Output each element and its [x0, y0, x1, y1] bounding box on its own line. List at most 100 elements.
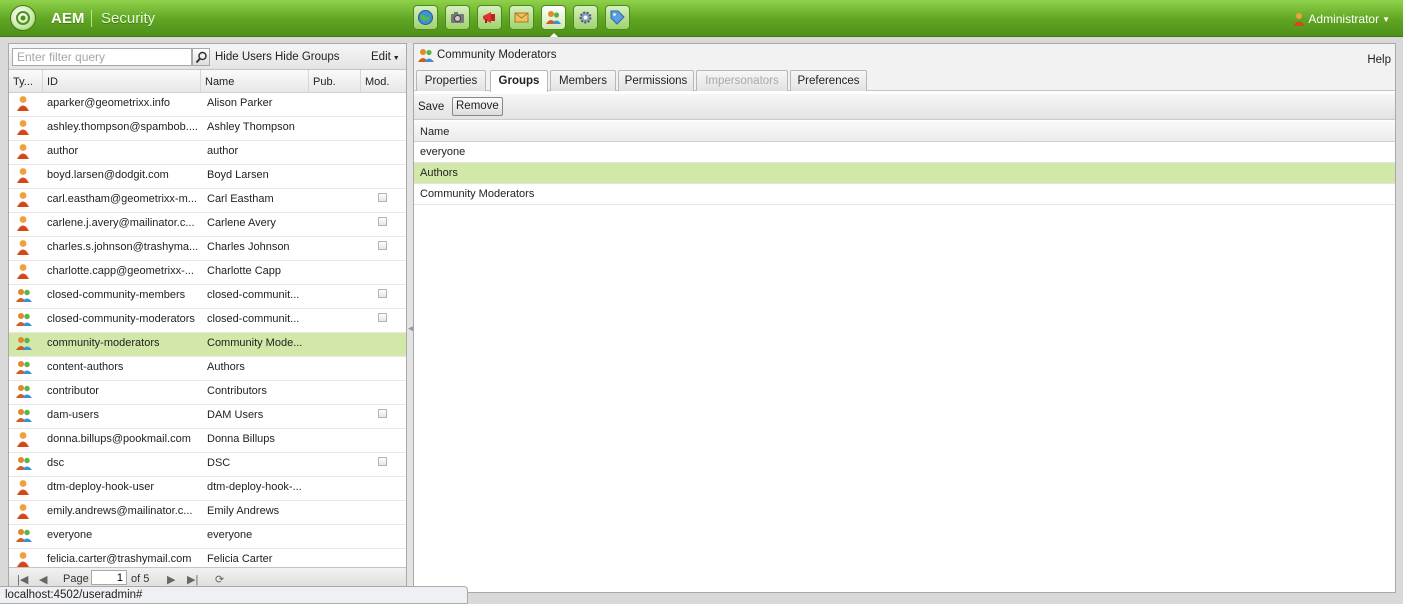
group-icon — [16, 455, 32, 474]
group-icon — [16, 383, 32, 402]
tab-permissions[interactable]: Permissions — [618, 70, 694, 91]
hide-groups-button[interactable]: Hide Groups — [275, 51, 340, 63]
table-row[interactable]: charlotte.capp@geometrixx-... Charlotte C… — [9, 261, 406, 285]
table-row[interactable]: author author — [9, 141, 406, 165]
save-button[interactable]: Save — [418, 101, 444, 113]
column-mod[interactable]: Mod. — [361, 70, 406, 93]
next-page-icon[interactable]: ▶ — [167, 573, 175, 586]
row-id: carl.eastham@geometrixx-m... — [47, 193, 197, 205]
users-groups-panel: Hide Users Hide Groups Edit ▼ Ty... ID N… — [8, 43, 407, 588]
refresh-icon[interactable]: ⟳ — [215, 573, 224, 586]
row-id: dtm-deploy-hook-user — [47, 481, 154, 493]
websites-icon[interactable] — [413, 5, 438, 30]
top-bar: AEM Security Administrator ▼ — [0, 0, 1403, 37]
column-id[interactable]: ID — [43, 70, 201, 93]
tab-impersonators: Impersonators — [696, 70, 788, 91]
table-row[interactable]: donna.billups@pookmail.com Donna Billups — [9, 429, 406, 453]
table-row[interactable]: ashley.thompson@spambob.... Ashley Thomps… — [9, 117, 406, 141]
users-icon[interactable] — [541, 5, 566, 37]
digital-assets-icon[interactable] — [445, 5, 470, 30]
table-row[interactable]: charles.s.johnson@trashyma... Charles Joh… — [9, 237, 406, 261]
chevron-down-icon: ▼ — [1382, 14, 1390, 24]
user-menu[interactable]: Administrator ▼ — [1293, 12, 1390, 26]
tools-icon[interactable] — [573, 5, 598, 30]
hide-users-button[interactable]: Hide Users — [215, 51, 272, 63]
row-id: ashley.thompson@spambob.... — [47, 121, 198, 133]
table-row[interactable]: contributor Contributors — [9, 381, 406, 405]
list-item[interactable]: Authors — [414, 163, 1395, 184]
modified-checkbox[interactable] — [378, 409, 387, 418]
detail-header: Community Moderators Help — [414, 44, 1395, 71]
row-id: boyd.larsen@dodgit.com — [47, 169, 169, 181]
edit-menu-button[interactable]: Edit ▼ — [371, 51, 400, 63]
help-link[interactable]: Help — [1367, 54, 1391, 66]
user-icon — [16, 143, 30, 162]
column-name[interactable]: Name — [201, 70, 309, 93]
tab-groups[interactable]: Groups — [490, 70, 548, 92]
table-row[interactable]: carlene.j.avery@mailinator.c... Carlene A… — [9, 213, 406, 237]
list-item[interactable]: everyone — [414, 142, 1395, 163]
table-row[interactable]: closed-community-members closed-communit.… — [9, 285, 406, 309]
tab-properties[interactable]: Properties — [416, 70, 486, 91]
modified-checkbox[interactable] — [378, 313, 387, 322]
detail-tabs: Properties Groups Members Permissions Impers… — [414, 69, 1395, 92]
column-pub[interactable]: Pub. — [309, 70, 361, 93]
user-icon — [16, 503, 30, 522]
list-item[interactable]: Community Moderators — [414, 184, 1395, 205]
modified-checkbox[interactable] — [378, 241, 387, 250]
row-name: closed-communit... — [207, 289, 300, 301]
table-row[interactable]: emily.andrews@mailinator.c... Emily Andre… — [9, 501, 406, 525]
column-type[interactable]: Ty... — [9, 70, 43, 93]
modified-checkbox[interactable] — [378, 193, 387, 202]
tab-preferences[interactable]: Preferences — [790, 70, 867, 91]
table-row[interactable]: everyone everyone — [9, 525, 406, 549]
group-icon — [16, 359, 32, 378]
row-name: Carlene Avery — [207, 217, 276, 229]
row-id: dam-users — [47, 409, 99, 421]
table-row[interactable]: content-authors Authors — [9, 357, 406, 381]
row-id: aparker@geometrixx.info — [47, 97, 171, 109]
last-page-icon[interactable]: ▶| — [187, 573, 198, 586]
campaigns-icon[interactable] — [477, 5, 502, 30]
column-group-name[interactable]: Name — [420, 126, 449, 138]
first-page-icon[interactable]: |◀ — [17, 573, 28, 586]
user-icon — [16, 479, 30, 498]
tab-members[interactable]: Members — [550, 70, 616, 91]
pager: |◀ ◀ Page of 5 ▶ ▶| ⟳ — [9, 567, 406, 587]
modified-checkbox[interactable] — [378, 217, 387, 226]
table-row[interactable]: dtm-deploy-hook-user dtm-deploy-hook-... — [9, 477, 406, 501]
table-row[interactable]: dsc DSC — [9, 453, 406, 477]
page-number-input[interactable] — [91, 570, 127, 585]
table-row[interactable]: carl.eastham@geometrixx-m... Carl Eastham — [9, 189, 406, 213]
user-icon — [16, 95, 30, 114]
table-row[interactable]: aparker@geometrixx.info Alison Parker — [9, 93, 406, 117]
filter-input[interactable] — [12, 48, 192, 66]
aem-logo-icon[interactable] — [10, 5, 36, 31]
status-bar: localhost:4502/useradmin# — [0, 586, 468, 604]
group-icon — [16, 407, 32, 426]
row-id: author — [47, 145, 79, 157]
remove-button[interactable]: Remove — [452, 97, 503, 116]
row-id: content-authors — [47, 361, 124, 373]
row-name: DAM Users — [207, 409, 264, 421]
table-row[interactable]: community-moderators Community Mode... — [9, 333, 406, 357]
status-url: localhost:4502/useradmin# — [5, 589, 143, 601]
search-icon[interactable] — [192, 48, 210, 66]
groups-toolbar: Save Remove — [414, 94, 1395, 120]
tagging-icon[interactable] — [605, 5, 630, 30]
table-row[interactable]: boyd.larsen@dodgit.com Boyd Larsen — [9, 165, 406, 189]
row-name: Charles Johnson — [207, 241, 290, 253]
row-name: Ashley Thompson — [207, 121, 295, 133]
user-icon — [16, 215, 30, 234]
inbox-icon[interactable] — [509, 5, 534, 30]
prev-page-icon[interactable]: ◀ — [39, 573, 47, 586]
table-row[interactable]: dam-users DAM Users — [9, 405, 406, 429]
modified-checkbox[interactable] — [378, 457, 387, 466]
user-menu-label: Administrator — [1308, 12, 1380, 26]
row-name: closed-communit... — [207, 313, 300, 325]
user-icon — [16, 191, 30, 210]
modified-checkbox[interactable] — [378, 289, 387, 298]
row-id: contributor — [47, 385, 99, 397]
table-row[interactable]: closed-community-moderators closed-commun… — [9, 309, 406, 333]
row-id: closed-community-members — [47, 289, 186, 301]
